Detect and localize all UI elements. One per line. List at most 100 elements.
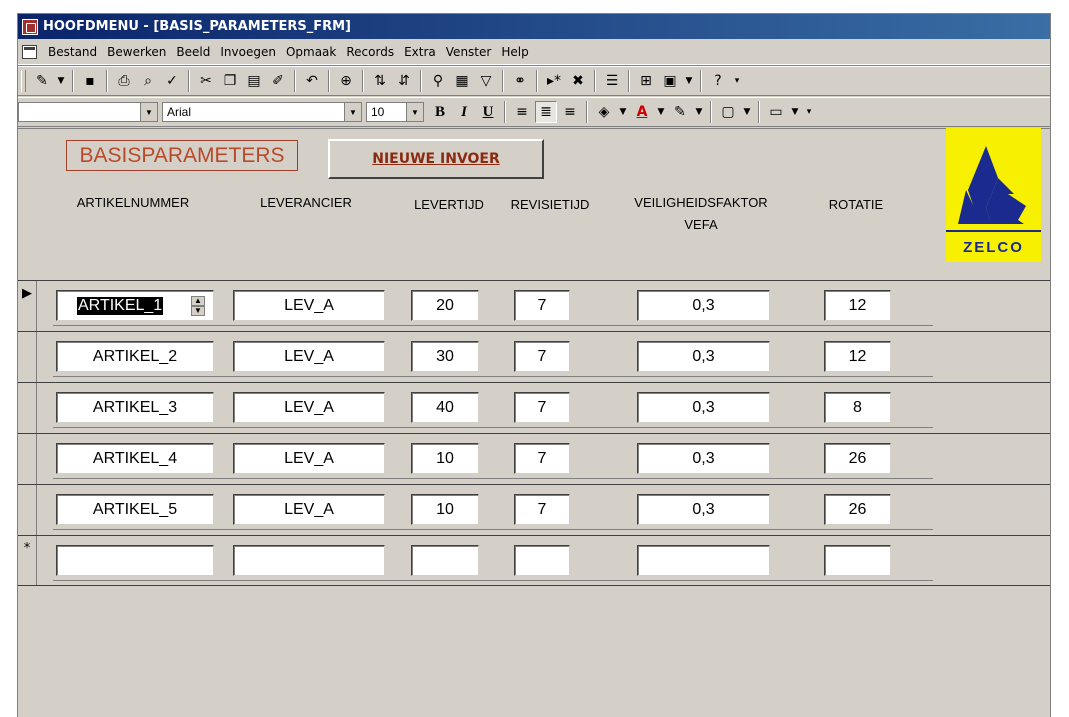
sort-descending-icon[interactable]: ⇵ bbox=[393, 70, 415, 92]
new-record-icon[interactable]: ▸* bbox=[543, 70, 565, 92]
menu-bewerken[interactable]: Bewerken bbox=[102, 45, 171, 59]
menu-records[interactable]: Records bbox=[341, 45, 399, 59]
align-left-icon[interactable]: ≡ bbox=[511, 101, 533, 123]
levertijd-field[interactable]: 30 bbox=[411, 341, 479, 372]
rotatie-field[interactable]: 26 bbox=[824, 443, 891, 474]
revisietijd-field[interactable] bbox=[514, 545, 570, 576]
artikel-field[interactable]: ARTIKEL_5 bbox=[56, 494, 214, 525]
record-selector[interactable] bbox=[18, 485, 37, 535]
font-color-icon[interactable]: A bbox=[631, 101, 653, 123]
leverancier-field[interactable]: LEV_A bbox=[233, 290, 385, 321]
revisietijd-field[interactable]: 7 bbox=[514, 494, 570, 525]
chevron-down-icon[interactable]: ▼ bbox=[789, 101, 801, 123]
chevron-down-icon[interactable]: ▼ bbox=[140, 103, 157, 121]
chevron-down-icon[interactable]: ▼ bbox=[55, 70, 67, 92]
toolbar-options-icon[interactable]: ▾ bbox=[803, 101, 815, 123]
revisietijd-field[interactable]: 7 bbox=[514, 443, 570, 474]
border-style-icon[interactable]: ▢ bbox=[717, 101, 739, 123]
format-painter-icon[interactable]: ✐ bbox=[267, 70, 289, 92]
chevron-down-icon[interactable]: ▼ bbox=[406, 103, 423, 121]
line-color-icon[interactable]: ✎ bbox=[669, 101, 691, 123]
leverancier-field[interactable] bbox=[233, 545, 385, 576]
underline-icon[interactable]: U bbox=[477, 101, 499, 123]
record-selector[interactable] bbox=[18, 383, 37, 433]
chevron-down-icon[interactable]: ▼ bbox=[741, 101, 753, 123]
menu-opmaak[interactable]: Opmaak bbox=[281, 45, 341, 59]
levertijd-field[interactable] bbox=[411, 545, 479, 576]
rotatie-field[interactable]: 26 bbox=[824, 494, 891, 525]
access-app-icon[interactable] bbox=[22, 18, 38, 35]
align-right-icon[interactable]: ≡ bbox=[559, 101, 581, 123]
print-preview-icon[interactable]: ⌕ bbox=[137, 70, 159, 92]
chevron-down-icon[interactable]: ▼ bbox=[693, 101, 705, 123]
chevron-down-icon[interactable]: ▼ bbox=[683, 70, 695, 92]
vefa-field[interactable] bbox=[637, 545, 770, 576]
menu-extra[interactable]: Extra bbox=[399, 45, 441, 59]
spelling-icon[interactable]: ✓ bbox=[161, 70, 183, 92]
help-icon[interactable]: ? bbox=[707, 70, 729, 92]
view-design-icon[interactable]: ✎ bbox=[31, 70, 53, 92]
rotatie-field[interactable]: 12 bbox=[824, 341, 891, 372]
leverancier-field[interactable]: LEV_A bbox=[233, 443, 385, 474]
italic-icon[interactable]: I bbox=[453, 101, 475, 123]
special-effect-icon[interactable]: ▭ bbox=[765, 101, 787, 123]
menu-beeld[interactable]: Beeld bbox=[171, 45, 215, 59]
copy-icon[interactable]: ❐ bbox=[219, 70, 241, 92]
artikel-field[interactable] bbox=[56, 545, 214, 576]
sort-ascending-icon[interactable]: ⇅ bbox=[369, 70, 391, 92]
levertijd-field[interactable]: 20 bbox=[411, 290, 479, 321]
leverancier-field[interactable]: LEV_A bbox=[233, 392, 385, 423]
levertijd-field[interactable]: 10 bbox=[411, 443, 479, 474]
chevron-down-icon[interactable]: ▼ bbox=[344, 103, 361, 121]
record-selector[interactable]: ▶ bbox=[18, 281, 37, 331]
new-entry-button[interactable]: NIEUWE INVOER bbox=[328, 139, 544, 179]
object-select[interactable]: ▼ bbox=[18, 102, 158, 122]
rotatie-field[interactable]: 8 bbox=[824, 392, 891, 423]
paste-icon[interactable]: ▤ bbox=[243, 70, 265, 92]
menu-invoegen[interactable]: Invoegen bbox=[215, 45, 281, 59]
toolbar-grip[interactable] bbox=[21, 70, 26, 92]
leverancier-field[interactable]: LEV_A bbox=[233, 494, 385, 525]
bold-icon[interactable]: B bbox=[429, 101, 451, 123]
menu-venster[interactable]: Venster bbox=[441, 45, 497, 59]
toolbar-options-icon[interactable]: ▾ bbox=[731, 70, 743, 92]
hyperlink-icon[interactable]: ⊕ bbox=[335, 70, 357, 92]
revisietijd-field[interactable]: 7 bbox=[514, 341, 570, 372]
menu-help[interactable]: Help bbox=[496, 45, 533, 59]
cut-icon[interactable]: ✂ bbox=[195, 70, 217, 92]
spin-control[interactable]: ▲ ▼ bbox=[191, 296, 205, 316]
filter-by-form-icon[interactable]: ▦ bbox=[451, 70, 473, 92]
filter-by-selection-icon[interactable]: ⚲ bbox=[427, 70, 449, 92]
artikel-field[interactable]: ARTIKEL_1 ▲ ▼ bbox=[56, 290, 214, 321]
rotatie-field[interactable] bbox=[824, 545, 891, 576]
database-window-icon[interactable]: ⊞ bbox=[635, 70, 657, 92]
form-window-icon[interactable] bbox=[22, 44, 37, 59]
chevron-down-icon[interactable]: ▼ bbox=[655, 101, 667, 123]
vefa-field[interactable]: 0,3 bbox=[637, 290, 770, 321]
undo-icon[interactable]: ↶ bbox=[301, 70, 323, 92]
font-size-select[interactable]: 10 ▼ bbox=[366, 102, 424, 122]
record-selector[interactable]: * bbox=[18, 536, 37, 585]
save-icon[interactable]: ▪ bbox=[79, 70, 101, 92]
fill-color-icon[interactable]: ◈ bbox=[593, 101, 615, 123]
chevron-down-icon[interactable]: ▼ bbox=[617, 101, 629, 123]
record-selector[interactable] bbox=[18, 434, 37, 484]
print-icon[interactable]: ⎙ bbox=[113, 70, 135, 92]
rotatie-field[interactable]: 12 bbox=[824, 290, 891, 321]
apply-filter-icon[interactable]: ▽ bbox=[475, 70, 497, 92]
font-name-select[interactable]: Arial ▼ bbox=[162, 102, 362, 122]
find-icon[interactable]: ⚭ bbox=[509, 70, 531, 92]
delete-record-icon[interactable]: ✖ bbox=[567, 70, 589, 92]
menu-bestand[interactable]: Bestand bbox=[43, 45, 102, 59]
vefa-field[interactable]: 0,3 bbox=[637, 392, 770, 423]
vefa-field[interactable]: 0,3 bbox=[637, 443, 770, 474]
revisietijd-field[interactable]: 7 bbox=[514, 392, 570, 423]
leverancier-field[interactable]: LEV_A bbox=[233, 341, 385, 372]
spin-up-icon[interactable]: ▲ bbox=[191, 296, 205, 306]
new-object-icon[interactable]: ▣ bbox=[659, 70, 681, 92]
vefa-field[interactable]: 0,3 bbox=[637, 494, 770, 525]
levertijd-field[interactable]: 40 bbox=[411, 392, 479, 423]
artikel-field[interactable]: ARTIKEL_3 bbox=[56, 392, 214, 423]
vefa-field[interactable]: 0,3 bbox=[637, 341, 770, 372]
align-center-icon[interactable]: ≣ bbox=[535, 101, 557, 123]
